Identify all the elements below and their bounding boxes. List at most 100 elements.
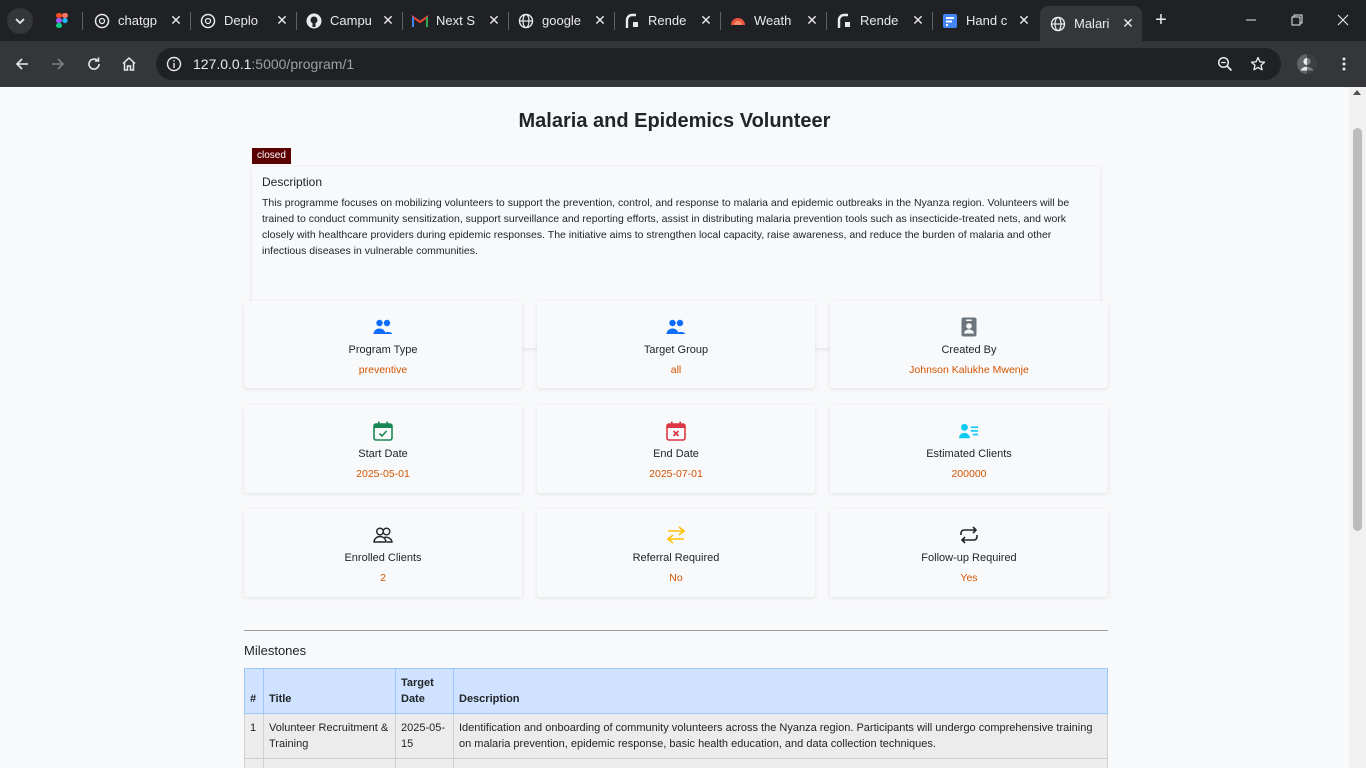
site-info-button[interactable] bbox=[162, 52, 186, 76]
calendar-x-icon bbox=[666, 421, 686, 441]
table-row: 2 Community Sensitization 2025-05-30 Vol… bbox=[244, 758, 1108, 768]
end-date-card: End Date 2025-07-01 bbox=[537, 405, 815, 493]
back-button[interactable] bbox=[8, 50, 36, 78]
forms-icon bbox=[942, 13, 958, 29]
tab-title: Hand c bbox=[966, 13, 1008, 28]
people-icon bbox=[373, 317, 393, 337]
url-text[interactable]: 127.0.0.1:5000/program/1 bbox=[193, 56, 354, 72]
card-value: preventive bbox=[358, 364, 408, 376]
scroll-thumb[interactable] bbox=[1353, 128, 1362, 531]
card-value: 2 bbox=[380, 572, 386, 584]
browser-tab[interactable]: Rende ✕ bbox=[614, 6, 720, 35]
menu-button[interactable] bbox=[1330, 50, 1358, 78]
milestones-table: # Title Target Date Description 1 Volunt… bbox=[244, 668, 1108, 768]
people-icon bbox=[666, 317, 686, 337]
table-cell: 2 bbox=[244, 758, 264, 768]
close-tab-icon[interactable]: ✕ bbox=[1016, 12, 1032, 29]
close-tab-icon[interactable]: ✕ bbox=[274, 12, 290, 29]
referral-required-card: Referral Required No bbox=[537, 509, 815, 597]
card-label: Start Date bbox=[358, 448, 408, 460]
close-tab-icon[interactable]: ✕ bbox=[592, 12, 608, 29]
card-label: Enrolled Clients bbox=[344, 552, 422, 564]
close-tab-icon[interactable]: ✕ bbox=[804, 12, 820, 29]
enrolled-clients-card: Enrolled Clients 2 bbox=[244, 509, 522, 597]
table-cell: 2025-05-15 bbox=[395, 713, 454, 759]
close-tab-icon[interactable]: ✕ bbox=[910, 12, 926, 29]
tab-title: Next S bbox=[436, 13, 476, 28]
arrow-left-icon bbox=[15, 58, 28, 70]
page-scrollbar[interactable] bbox=[1349, 87, 1366, 768]
github-icon bbox=[306, 13, 322, 29]
scroll-up-arrow[interactable] bbox=[1353, 90, 1361, 95]
weather-icon bbox=[730, 13, 746, 29]
table-cell: 2025-05-30 bbox=[395, 758, 454, 768]
chevron-down-icon bbox=[15, 18, 25, 25]
created-by-card: Created By Johnson Kalukhe Mwenje bbox=[830, 301, 1108, 388]
openai-icon bbox=[200, 13, 216, 29]
card-value: Johnson Kalukhe Mwenje bbox=[909, 364, 1029, 376]
arrow-right-icon bbox=[52, 58, 65, 70]
page-content: Malaria and Epidemics Volunteer closed D… bbox=[0, 87, 1349, 768]
calendar-check-icon bbox=[373, 421, 393, 441]
browser-tab[interactable]: Rende ✕ bbox=[826, 6, 932, 35]
follow-up-required-card: Follow-up Required Yes bbox=[830, 509, 1108, 597]
plus-icon: + bbox=[1155, 9, 1167, 31]
close-window-button[interactable] bbox=[1320, 0, 1366, 40]
column-header: Target Date bbox=[395, 668, 454, 714]
close-tab-icon[interactable]: ✕ bbox=[1120, 15, 1136, 32]
star-icon bbox=[1250, 56, 1266, 71]
zoom-button[interactable] bbox=[1215, 54, 1235, 74]
globe-icon bbox=[1050, 16, 1066, 32]
new-tab-button[interactable]: + bbox=[1150, 8, 1172, 32]
browser-tab[interactable]: chatgp ✕ bbox=[84, 6, 190, 35]
card-label: Created By bbox=[941, 344, 997, 356]
card-value: 2025-05-01 bbox=[356, 468, 410, 480]
reload-icon bbox=[88, 57, 100, 70]
tab-search-button[interactable] bbox=[7, 8, 33, 34]
browser-tab[interactable]: google ✕ bbox=[508, 6, 614, 35]
home-icon bbox=[122, 56, 136, 71]
browser-tab[interactable]: Hand c ✕ bbox=[932, 6, 1038, 35]
browser-tab-active[interactable]: Malari ✕ bbox=[1040, 6, 1142, 41]
browser-tab[interactable] bbox=[44, 6, 84, 35]
close-tab-icon[interactable]: ✕ bbox=[380, 12, 396, 29]
tab-title: Malari bbox=[1074, 16, 1110, 31]
browser-tab[interactable]: Next S ✕ bbox=[402, 6, 508, 35]
tab-title: Campu bbox=[330, 13, 372, 28]
render-icon bbox=[624, 13, 640, 29]
restore-button[interactable] bbox=[1274, 0, 1320, 40]
gmail-icon bbox=[412, 13, 428, 29]
tab-title: google bbox=[542, 13, 582, 28]
address-bar[interactable]: 127.0.0.1:5000/program/1 bbox=[156, 48, 1281, 80]
section-divider bbox=[244, 630, 1108, 631]
bookmark-button[interactable] bbox=[1248, 54, 1268, 74]
render-icon bbox=[836, 13, 852, 29]
forward-button[interactable] bbox=[44, 50, 72, 78]
globe-icon bbox=[518, 13, 534, 29]
browser-tab[interactable]: Campu ✕ bbox=[296, 6, 402, 35]
home-button[interactable] bbox=[115, 50, 143, 78]
program-type-card: Program Type preventive bbox=[244, 301, 522, 388]
minimize-button[interactable] bbox=[1228, 0, 1274, 40]
table-cell: Volunteers will conduct door-to-door vis… bbox=[453, 758, 1108, 768]
id-badge-icon bbox=[959, 317, 979, 337]
profile-avatar[interactable] bbox=[1293, 50, 1321, 78]
card-value: No bbox=[669, 572, 683, 584]
url-path: :5000/program/1 bbox=[251, 56, 355, 72]
table-cell: Community Sensitization bbox=[263, 758, 396, 768]
table-cell: Volunteer Recruitment & Training bbox=[263, 713, 396, 759]
card-value: all bbox=[670, 364, 682, 376]
browser-tab[interactable]: Deplo ✕ bbox=[190, 6, 296, 35]
card-label: End Date bbox=[653, 448, 699, 460]
close-tab-icon[interactable]: ✕ bbox=[698, 12, 714, 29]
column-header: Description bbox=[453, 668, 1108, 714]
repeat-icon bbox=[959, 525, 979, 545]
target-group-card: Target Group all bbox=[537, 301, 815, 388]
reload-button[interactable] bbox=[80, 50, 108, 78]
browser-tab[interactable]: Weath ✕ bbox=[720, 6, 826, 35]
start-date-card: Start Date 2025-05-01 bbox=[244, 405, 522, 493]
card-label: Target Group bbox=[643, 344, 709, 356]
close-tab-icon[interactable]: ✕ bbox=[168, 12, 184, 29]
arrow-left-right-icon bbox=[666, 525, 686, 545]
close-tab-icon[interactable]: ✕ bbox=[486, 12, 502, 29]
